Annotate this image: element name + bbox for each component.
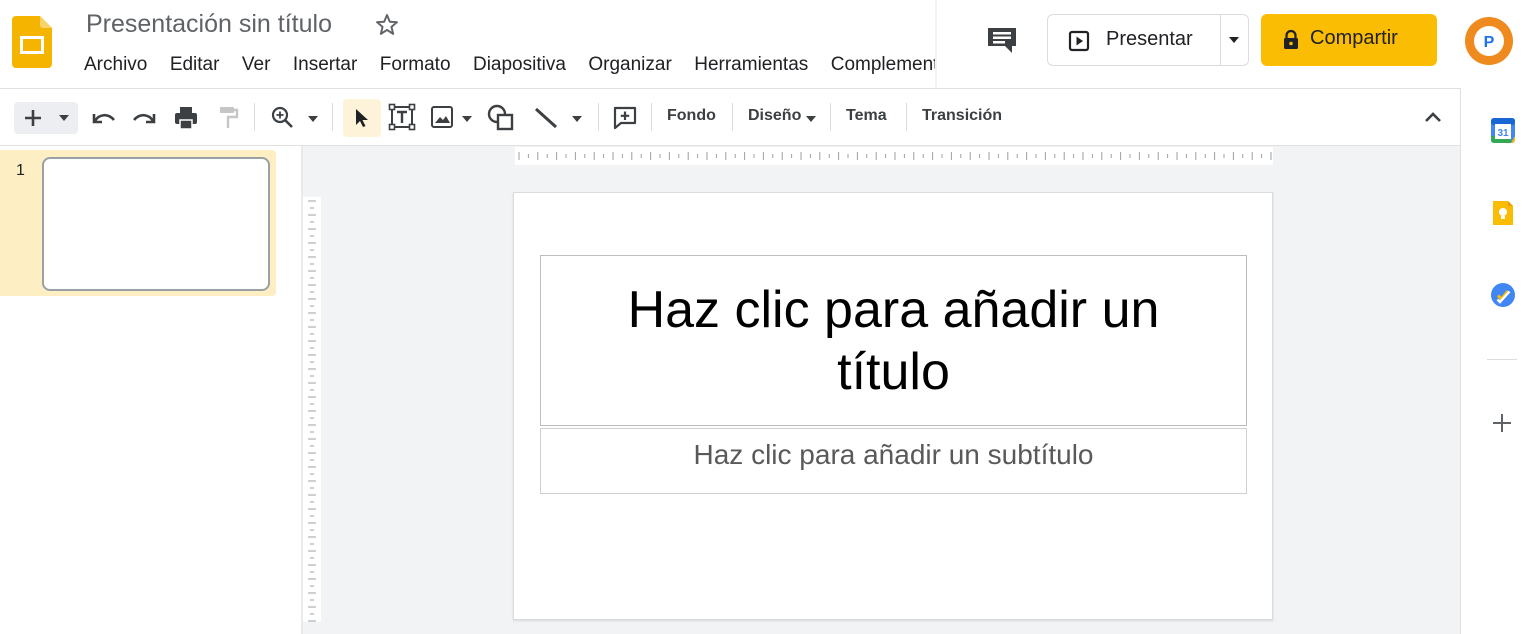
slides-logo-icon[interactable] [12, 16, 52, 68]
toolbar-separator [732, 103, 733, 131]
paint-format-icon[interactable] [216, 105, 240, 131]
line-icon[interactable] [532, 105, 560, 131]
avatar-inner: P [1474, 26, 1504, 56]
toolbar-separator [254, 103, 255, 131]
present-button[interactable]: Presentar [1048, 15, 1220, 65]
vertical-ruler[interactable] [303, 197, 321, 622]
menu-diapositiva[interactable]: Diapositiva [464, 52, 575, 78]
menu-organizar[interactable]: Organizar [579, 52, 680, 78]
redo-icon[interactable] [130, 107, 158, 129]
background-button[interactable]: Fondo [667, 107, 716, 125]
menu-bar: Archivo Editar Ver Insertar Formato Diap… [75, 52, 935, 80]
select-cursor-icon [356, 109, 368, 127]
comment-add-icon[interactable] [612, 105, 638, 131]
toolbar-separator [651, 103, 652, 131]
present-button-group: Presentar [1047, 14, 1249, 66]
tasks-icon[interactable] [1490, 282, 1516, 308]
side-panel [1460, 88, 1536, 634]
toolbar-separator [906, 103, 907, 131]
new-slide-dropdown-icon[interactable] [58, 114, 70, 122]
select-tool-button[interactable] [343, 99, 381, 137]
document-title[interactable]: Presentación sin título [86, 10, 332, 39]
header-divider [935, 0, 937, 88]
menu-herramientas[interactable]: Herramientas [685, 52, 817, 78]
ruler-corner [303, 147, 323, 165]
toolbar: Fondo Diseño Tema Transición [0, 88, 1460, 146]
undo-icon[interactable] [90, 107, 118, 129]
title-placeholder-box[interactable]: Haz clic para añadir un título [540, 255, 1247, 426]
zoom-icon[interactable] [270, 105, 296, 131]
star-icon[interactable] [374, 12, 400, 38]
menu-formato[interactable]: Formato [371, 52, 460, 78]
add-addon-icon[interactable] [1490, 411, 1514, 435]
present-label: Presentar [1106, 28, 1193, 50]
collapse-icon[interactable] [1422, 109, 1444, 125]
text-box-icon[interactable] [388, 103, 416, 131]
image-icon[interactable] [430, 105, 454, 129]
horizontal-ruler[interactable] [515, 147, 1273, 165]
theme-button[interactable]: Tema [846, 107, 887, 125]
share-button[interactable]: Compartir [1261, 14, 1437, 66]
slide-number: 1 [16, 162, 25, 179]
menu-ver[interactable]: Ver [233, 52, 280, 78]
present-options-dropdown-icon[interactable] [1220, 15, 1248, 65]
image-dropdown-icon[interactable] [460, 115, 474, 123]
menu-complementos[interactable]: Complementos [822, 52, 935, 78]
calendar-icon[interactable]: 31 [1490, 116, 1516, 144]
layout-button[interactable]: Diseño [748, 107, 801, 125]
title-placeholder-text: Haz clic para añadir un título [627, 280, 1160, 401]
filmstrip-slide-item[interactable]: 1 [0, 150, 276, 296]
subtitle-placeholder-text: Haz clic para añadir un subtítulo [693, 439, 1094, 470]
menu-archivo[interactable]: Archivo [75, 52, 156, 78]
avatar-letter-icon: P [1484, 34, 1495, 51]
side-panel-divider [1487, 359, 1517, 360]
toolbar-separator [830, 103, 831, 131]
menu-editar[interactable]: Editar [161, 52, 229, 78]
zoom-dropdown-icon[interactable] [306, 115, 320, 123]
toolbar-separator [332, 103, 333, 131]
layout-dropdown-icon[interactable] [804, 115, 818, 123]
account-avatar[interactable]: P [1465, 17, 1513, 65]
slide-thumbnail[interactable] [42, 157, 270, 291]
line-dropdown-icon[interactable] [570, 115, 584, 123]
calendar-day-text: 31 [1497, 128, 1509, 139]
transition-button[interactable]: Transición [922, 107, 1002, 125]
plus-icon [25, 110, 41, 126]
print-icon[interactable] [172, 105, 200, 131]
shape-icon[interactable] [486, 103, 516, 131]
share-label: Compartir [1310, 27, 1398, 49]
avatar-letter: P [1484, 34, 1495, 51]
lock-icon [1284, 29, 1298, 49]
menu-insertar[interactable]: Insertar [284, 52, 366, 78]
toolbar-separator [598, 103, 599, 131]
new-slide-button[interactable] [14, 102, 78, 134]
subtitle-placeholder-box[interactable]: Haz clic para añadir un subtítulo [540, 428, 1247, 494]
filmstrip: 1 [0, 146, 300, 634]
present-play-icon [1068, 30, 1090, 52]
comment-history-icon[interactable] [986, 26, 1018, 54]
keep-icon[interactable] [1490, 199, 1516, 227]
